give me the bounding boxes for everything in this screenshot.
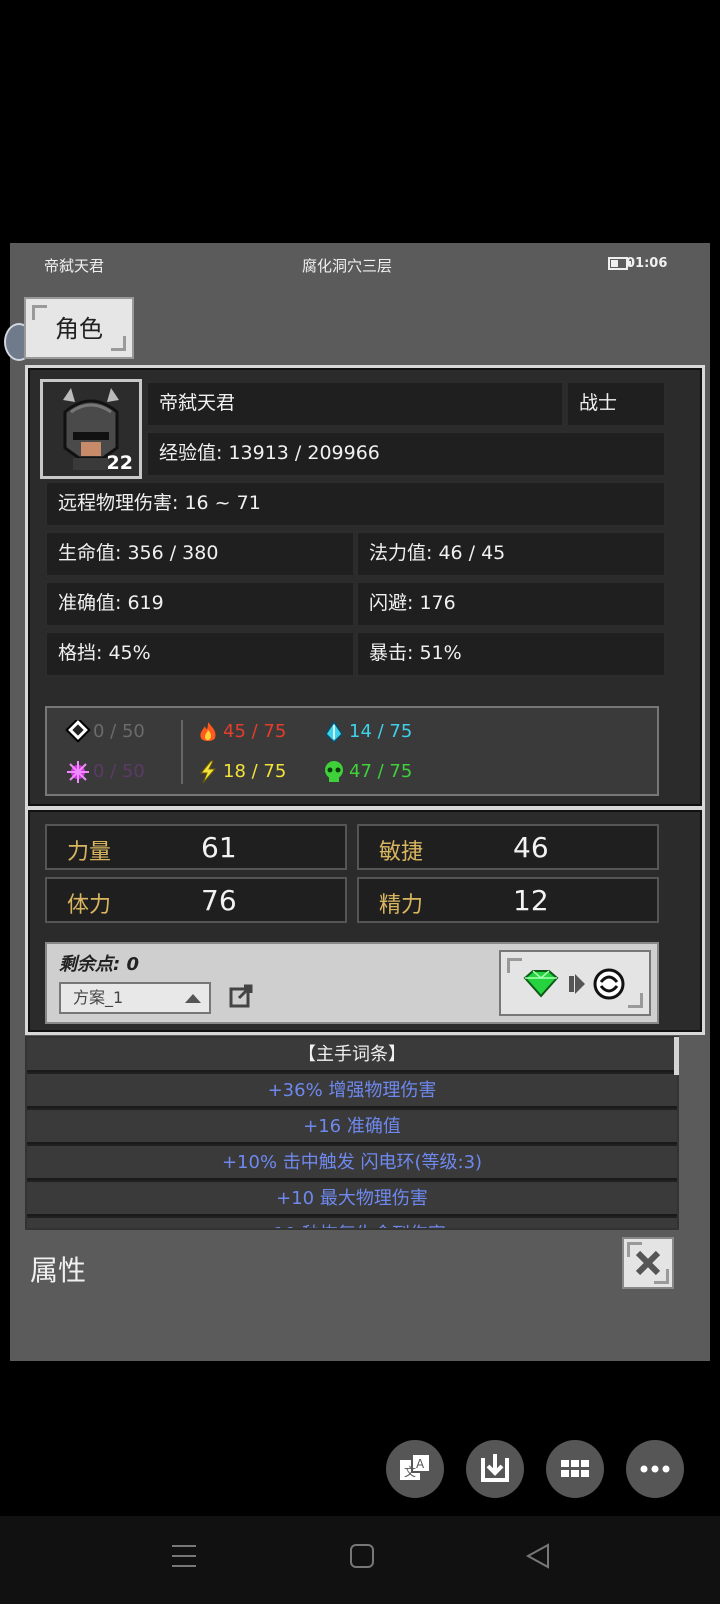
reset-points-button[interactable] (499, 950, 651, 1016)
grid-icon (561, 1460, 589, 1477)
list-item: +36% 增强物理伤害 (27, 1074, 677, 1108)
lightning-resist-icon (199, 760, 217, 784)
tab-character-label: 角色 (55, 315, 103, 343)
translate-icon: 文 A (400, 1453, 431, 1480)
resist-poison-value: 47 / 75 (349, 761, 413, 782)
attr-energy-value: 12 (513, 884, 549, 917)
mp-value: 法力值: 46 / 45 (356, 531, 666, 577)
attr-agility-label: 敏捷 (379, 840, 424, 865)
attr-agility: 敏捷 46 (357, 824, 659, 870)
list-item: +10 秒恢复生命到伤害 (27, 1218, 677, 1228)
game-window: 帝弑天君 腐化洞穴三层 01:06 角色 22 帝弑天君 战士 经验值: 139… (4, 243, 710, 1361)
resist-physical: 0 / 50 (65, 720, 145, 744)
close-icon (635, 1250, 661, 1276)
menu-icon[interactable] (170, 1542, 198, 1570)
attr-energy: 精力 12 (357, 877, 659, 923)
attr-energy-label: 精力 (379, 893, 424, 918)
resist-lightning: 18 / 75 (195, 760, 286, 784)
list-item: +10% 击中触发 闪电环(等级:3) (27, 1146, 677, 1180)
attr-strength-label: 力量 (67, 840, 112, 865)
character-name: 帝弑天君 (146, 381, 564, 427)
svg-text:A: A (416, 1457, 425, 1471)
scheme-select[interactable]: 方案_1 (59, 982, 211, 1014)
status-time: 01:06 (626, 256, 668, 271)
system-nav-bar (0, 1516, 720, 1604)
experience-value: 经验值: 13913 / 209966 (146, 431, 666, 477)
crit-value: 暴击: 51% (356, 631, 666, 677)
block-value: 格挡: 45% (45, 631, 355, 677)
resist-ice-value: 14 / 75 (349, 721, 413, 742)
remaining-points: 剩余点: 0 (59, 954, 139, 975)
attr-stamina-value: 76 (201, 884, 237, 917)
tab-character[interactable]: 角色 (24, 297, 134, 359)
hp-value: 生命值: 356 / 380 (45, 531, 355, 577)
home-icon[interactable] (348, 1542, 376, 1570)
character-panel: 22 帝弑天君 战士 经验值: 13913 / 209966 远程物理伤害: 1… (25, 365, 705, 809)
battery-icon (608, 257, 631, 270)
resist-fire: 45 / 75 (195, 720, 286, 744)
close-button[interactable] (622, 1237, 674, 1289)
fire-resist-icon (200, 722, 216, 741)
panel-title: 属性 (30, 1254, 87, 1287)
poison-resist-icon (325, 761, 343, 782)
status-location: 腐化洞穴三层 (302, 257, 393, 275)
apps-button[interactable] (546, 1440, 604, 1498)
attr-strength: 力量 61 (45, 824, 347, 870)
svg-text:文: 文 (404, 1464, 416, 1479)
attr-strength-value: 61 (201, 831, 237, 864)
attr-stamina: 体力 76 (45, 877, 347, 923)
accuracy-value: 准确值: 619 (45, 581, 355, 627)
arcane-resist-icon (67, 761, 89, 783)
resist-lightning-value: 18 / 75 (223, 761, 287, 782)
ice-resist-icon (325, 720, 343, 744)
resist-divider (181, 720, 183, 784)
scheme-arrow-icon (185, 994, 201, 1003)
resist-poison: 47 / 75 (321, 760, 412, 784)
more-button[interactable] (626, 1440, 684, 1498)
download-icon (481, 1454, 509, 1482)
resist-fire-value: 45 / 75 (223, 721, 287, 742)
character-avatar[interactable]: 22 (40, 379, 142, 479)
character-class: 战士 (566, 381, 666, 427)
resistance-panel: 0 / 50 45 / 75 14 / 75 0 / 50 18 / 75 47… (45, 706, 659, 796)
attribute-panel: 力量 61 敏捷 46 体力 76 精力 12 剩余点: 0 方案_1 (25, 807, 705, 1035)
scheme-select-value: 方案_1 (73, 988, 124, 1007)
attr-stamina-label: 体力 (67, 893, 112, 918)
more-icon (640, 1465, 670, 1473)
gem-swap-icon (523, 968, 625, 1000)
affix-scrollbar[interactable] (674, 1037, 679, 1075)
resist-arcane-value: 0 / 50 (93, 761, 145, 782)
translate-button[interactable]: 文 A (386, 1440, 444, 1498)
resist-ice: 14 / 75 (321, 720, 412, 744)
edit-icon[interactable] (229, 984, 253, 1008)
list-item: +10 最大物理伤害 (27, 1182, 677, 1216)
back-icon[interactable] (524, 1542, 552, 1570)
affix-header: 【主手词条】 (27, 1038, 677, 1072)
character-level: 22 (106, 452, 133, 474)
ranged-physical-damage: 远程物理伤害: 16 ~ 71 (45, 481, 666, 527)
status-character-name: 帝弑天君 (44, 257, 105, 275)
dodge-value: 闪避: 176 (356, 581, 666, 627)
list-item: +16 准确值 (27, 1110, 677, 1144)
attr-agility-value: 46 (513, 831, 549, 864)
physical-resist-icon (65, 720, 91, 743)
resist-physical-value: 0 / 50 (93, 721, 145, 742)
affix-list[interactable]: 【主手词条】 +36% 增强物理伤害 +16 准确值 +10% 击中触发 闪电环… (25, 1036, 679, 1230)
download-button[interactable] (466, 1440, 524, 1498)
resist-arcane: 0 / 50 (65, 760, 145, 784)
points-panel: 剩余点: 0 方案_1 (45, 942, 659, 1024)
